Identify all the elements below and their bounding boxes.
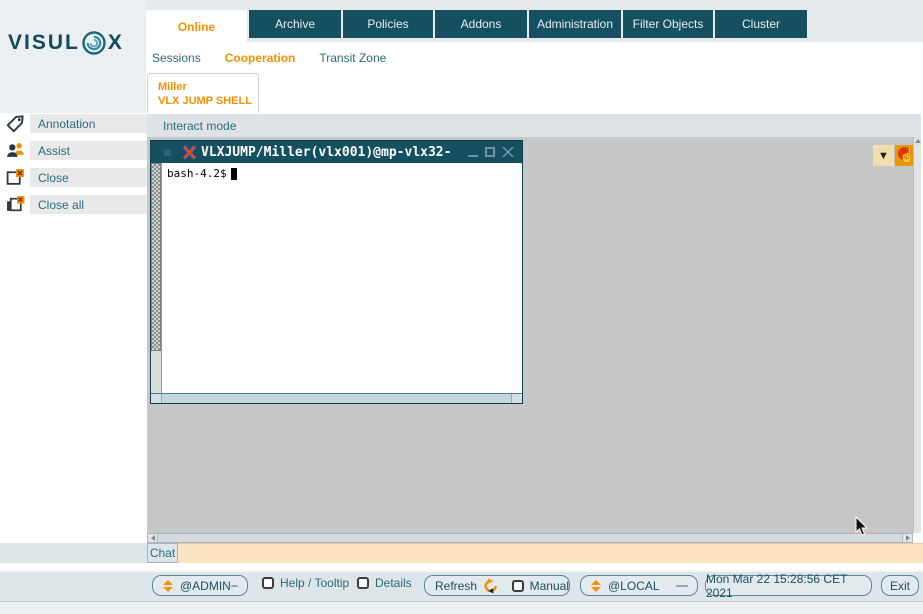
logo-block <box>0 0 146 113</box>
terminal-vscrollbar[interactable] <box>151 163 162 393</box>
admin-label: @ADMIN <box>180 579 231 593</box>
logo-text-right: X <box>108 31 124 55</box>
refresh-group: Refresh Manual <box>424 575 570 596</box>
session-tab-miller[interactable]: Miller VLX JUMP SHELL <box>147 73 259 113</box>
main-vscrollbar[interactable] <box>913 137 921 533</box>
terminal-titlebar[interactable]: VLXJUMP/Miller(vlx001)@mp-vlx32- <box>151 141 522 163</box>
chat-label-text: Chat <box>150 546 175 560</box>
local-dropdown-button[interactable]: @LOCAL <box>580 575 698 596</box>
window-controls <box>468 146 514 158</box>
terminal-vscrollbar-thumb[interactable] <box>151 163 161 351</box>
sidebar-item-close-all[interactable]: Close all <box>30 195 147 214</box>
tab-administration[interactable]: Administration <box>529 10 621 38</box>
terminal-title: VLXJUMP/Miller(vlx001)@mp-vlx32- <box>201 145 451 160</box>
sidebar-label: Assist <box>38 144 70 158</box>
terminal-body[interactable]: bash-4.2$ <box>151 163 522 393</box>
session-name: VLX JUMP SHELL <box>158 94 258 108</box>
sidebar-item-annotation[interactable]: Annotation <box>30 114 147 133</box>
close-all-windows-icon <box>6 195 25 214</box>
dropdown-dash-icon <box>676 585 688 587</box>
manual-label: Manual <box>530 579 569 593</box>
assist-users-icon <box>6 141 25 160</box>
terminal-hscroll-right-cap[interactable] <box>511 394 522 403</box>
tab-cluster[interactable]: Cluster <box>715 10 807 38</box>
manual-checkbox[interactable] <box>512 580 523 592</box>
help-tooltip-label: Help / Tooltip <box>280 576 349 590</box>
details-row: Details <box>357 576 412 590</box>
terminal-window[interactable]: VLXJUMP/Miller(vlx001)@mp-vlx32- bash-4.… <box>150 140 523 404</box>
terminal-hscroll-track[interactable] <box>162 394 511 403</box>
logo-vortex-icon <box>81 30 107 56</box>
maximize-icon[interactable] <box>485 147 495 157</box>
visulox-logo: VISUL X <box>8 30 124 56</box>
window-menu-icon[interactable] <box>164 149 171 156</box>
logo-text-left: VISUL <box>8 31 80 55</box>
exit-label: Exit <box>890 579 910 593</box>
help-tooltip-checkbox[interactable] <box>262 577 274 589</box>
refresh-icon[interactable] <box>483 578 498 594</box>
tab-addons[interactable]: Addons <box>435 10 527 38</box>
interact-mode-label: Interact mode <box>163 119 236 133</box>
tab-policies[interactable]: Policies <box>343 10 433 38</box>
x11-icon <box>182 145 197 160</box>
sidebar-item-close[interactable]: Close <box>30 168 147 187</box>
subnav-cooperation[interactable]: Cooperation <box>225 51 296 65</box>
bottom-strip <box>0 601 923 614</box>
terminal-prompt: bash-4.2$ <box>167 167 227 180</box>
scroll-right-icon <box>906 535 910 541</box>
admin-dropdown-button[interactable]: @ADMIN <box>152 575 248 596</box>
tab-filter-objects[interactable]: Filter Objects <box>623 10 713 38</box>
mouse-cursor <box>855 516 869 537</box>
main-nav-tabs: Online Archive Policies Addons Administr… <box>146 10 807 44</box>
local-label: @LOCAL <box>608 579 660 593</box>
subnav-transit-zone[interactable]: Transit Zone <box>319 51 386 65</box>
chevron-down-icon: ▼ <box>878 150 889 162</box>
timestamp-text: Mon Mar 22 15:28:56 CET 2021 <box>706 572 871 600</box>
viewer-dropdown-button[interactable]: ▼ <box>873 145 894 166</box>
sidebar-label: Close all <box>38 198 84 212</box>
sidebar-item-assist[interactable]: Assist <box>30 141 147 160</box>
close-window-icon <box>6 168 25 187</box>
terminal-prompt-line: bash-4.2$ <box>167 167 237 180</box>
interact-mode-bar: Interact mode <box>147 114 921 137</box>
tab-online[interactable]: Online <box>146 10 247 44</box>
scroll-left-button[interactable] <box>148 534 158 542</box>
details-label: Details <box>375 576 412 590</box>
minimize-icon[interactable] <box>468 155 478 157</box>
session-user: Miller <box>158 80 258 94</box>
exit-button[interactable]: Exit <box>881 575 919 596</box>
sidebar-label: Annotation <box>38 117 95 131</box>
scroll-right-button[interactable] <box>902 534 912 542</box>
terminal-hscroll-left-cap[interactable] <box>151 394 162 403</box>
sidebar-label: Close <box>38 171 69 185</box>
timestamp-display: Mon Mar 22 15:28:56 CET 2021 <box>705 575 872 596</box>
main-hscrollbar[interactable] <box>147 533 913 543</box>
help-tooltip-row: Help / Tooltip <box>262 576 349 590</box>
terminal-hscrollbar[interactable] <box>151 393 522 403</box>
refresh-label[interactable]: Refresh <box>435 579 477 593</box>
annotation-tag-icon <box>6 114 25 133</box>
scroll-up-icon[interactable] <box>915 139 921 143</box>
scroll-left-icon <box>151 535 155 541</box>
updown-arrows-icon <box>591 580 601 592</box>
chat-label: Chat <box>147 543 178 563</box>
subnav-sessions[interactable]: Sessions <box>152 51 201 65</box>
chat-input[interactable] <box>178 543 923 563</box>
tab-archive[interactable]: Archive <box>249 10 341 38</box>
details-checkbox[interactable] <box>357 577 369 589</box>
close-icon[interactable] <box>502 146 514 158</box>
visulox-app: { "logo": { "left": "VISUL", "right": "X… <box>0 0 923 614</box>
subnav: Sessions Cooperation Transit Zone <box>152 51 386 65</box>
interact-hand-button[interactable]: ☝ <box>895 145 915 166</box>
terminal-cursor <box>231 168 237 180</box>
dropdown-dash-icon <box>231 585 238 587</box>
updown-arrows-icon <box>163 580 173 592</box>
